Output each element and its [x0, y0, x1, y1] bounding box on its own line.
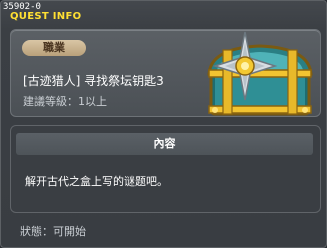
level-requirement: 建議等級：1以上 [23, 95, 107, 108]
quest-summary-panel: 職業 [古迹猎人] 寻找祭坛钥匙3 建議等級：1以上 [10, 29, 321, 117]
treasure-chest-icon [207, 31, 313, 116]
quest-name: [古迹猎人] 寻找祭坛钥匙3 [23, 74, 164, 88]
window-title: QUEST INFO [10, 11, 82, 22]
quest-status: 狀態：可開始 [20, 225, 86, 238]
job-badge: 職業 [22, 40, 86, 56]
content-header: 內容 [16, 133, 313, 155]
quest-content-panel: 內容 解开古代之盒上写的谜题吧。 [10, 125, 321, 213]
quest-description: 解开古代之盒上写的谜题吧。 [25, 175, 168, 188]
quest-info-window: 35902-0 QUEST INFO 職業 [古迹猎人] 寻找祭坛钥匙3 建議等… [0, 0, 327, 248]
